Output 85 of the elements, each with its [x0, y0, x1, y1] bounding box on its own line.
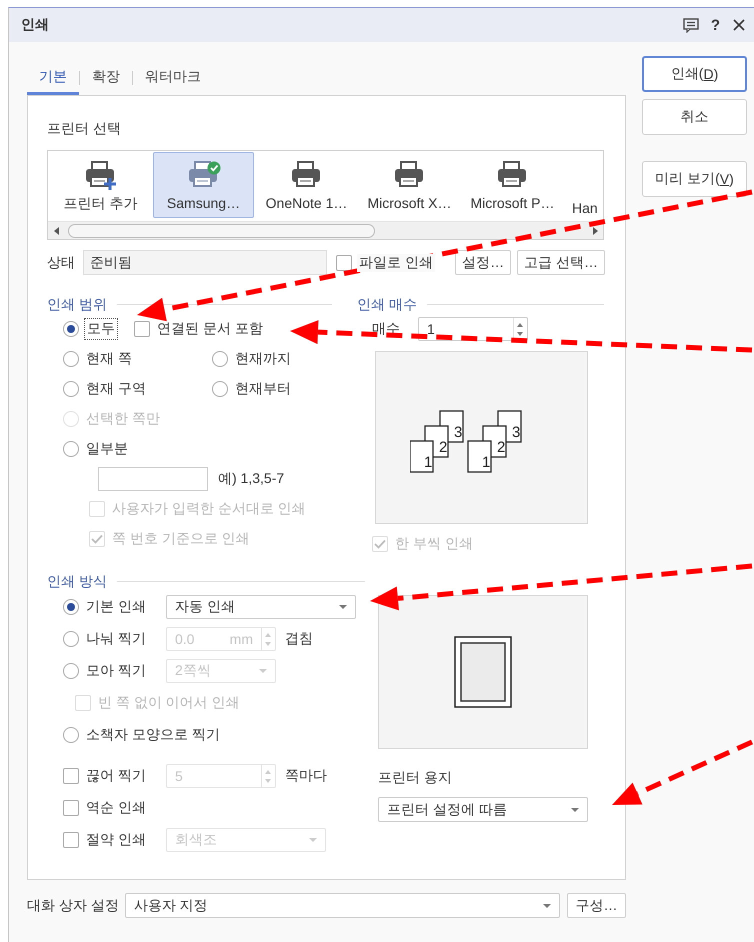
help-button[interactable]: ?: [708, 16, 722, 34]
option-label: 한 부씩 인쇄: [395, 535, 473, 553]
pages-input[interactable]: [98, 467, 208, 491]
option-label: 겹침: [285, 630, 313, 648]
option-label: 현재 쪽: [86, 350, 132, 368]
printer-item[interactable]: Han: [565, 152, 603, 218]
section-heading: 인쇄 범위: [47, 295, 107, 314]
page-number: 2: [496, 438, 505, 456]
option-label: 기본 인쇄: [86, 598, 147, 616]
option-label: 선택한 쪽만: [86, 410, 160, 428]
close-icon: [732, 18, 746, 32]
tab[interactable]: 확장: [80, 61, 132, 95]
section-heading: 인쇄 매수: [357, 295, 417, 314]
dropdown[interactable]: 자동 인쇄: [166, 595, 356, 619]
printer-item[interactable]: Microsoft X…: [359, 152, 460, 218]
field-label: 프린터 용지: [378, 768, 453, 787]
printer-item[interactable]: OneNote 1…: [256, 152, 357, 218]
radio-button[interactable]: [63, 599, 79, 615]
caret-icon: [339, 605, 347, 609]
button[interactable]: 고급 선택…: [517, 250, 605, 275]
window-title: 인쇄: [21, 16, 50, 34]
option-label: 파일로 인쇄: [357, 254, 435, 272]
option-label: 연결된 문서 포함: [157, 320, 263, 338]
page-number: 1: [482, 454, 490, 470]
radio-button[interactable]: [212, 381, 228, 397]
button[interactable]: 구성…: [567, 893, 626, 918]
option-label: 역순 인쇄: [86, 799, 147, 817]
checkbox[interactable]: [63, 768, 79, 784]
option-label: 빈 쪽 없이 이어서 인쇄: [98, 694, 240, 712]
page-number: 3: [454, 424, 462, 440]
page-number: 1: [424, 454, 432, 470]
radio-button[interactable]: [63, 663, 79, 679]
page-number: 3: [512, 424, 520, 440]
option-label: 쪽마다: [285, 767, 327, 785]
dropdown[interactable]: 프린터 설정에 따름: [378, 797, 588, 822]
button[interactable]: 취소: [642, 99, 747, 135]
option-label: 현재까지: [235, 350, 291, 368]
checkbox[interactable]: [134, 321, 150, 337]
radio-button[interactable]: [63, 441, 79, 457]
checkbox[interactable]: [63, 800, 79, 816]
option-label: 일부분: [86, 440, 128, 458]
left-arrow-icon: [54, 226, 58, 235]
tab[interactable]: 워터마크: [133, 61, 213, 95]
option-label: 현재 구역: [86, 380, 146, 398]
add-printer-icon: [84, 160, 118, 190]
button[interactable]: 인쇄(D): [642, 56, 747, 92]
radio-button[interactable]: [63, 381, 79, 397]
printer-item[interactable]: Samsung…: [153, 152, 254, 218]
scroll-thumb[interactable]: [68, 224, 375, 238]
radio-button[interactable]: [212, 351, 228, 367]
field-label: 상태: [47, 254, 76, 272]
caret-icon: [259, 669, 267, 673]
radio-button[interactable]: [63, 631, 79, 647]
option-label: 모두: [86, 320, 116, 338]
option-label: 모아 찍기: [86, 662, 147, 680]
radio-button[interactable]: [63, 351, 79, 367]
right-arrow-icon: [592, 226, 598, 235]
page-number: 2: [438, 438, 447, 456]
caret-icon: [571, 808, 579, 812]
printer-icon: [186, 160, 220, 190]
caret-icon: [309, 838, 317, 842]
option-label: 절약 인쇄: [86, 831, 147, 849]
dropdown[interactable]: 사용자 지정: [124, 893, 560, 918]
comment-icon: [682, 18, 699, 32]
checkbox[interactable]: [63, 832, 79, 848]
radio-button[interactable]: [63, 321, 79, 337]
button[interactable]: 미리 보기(V): [642, 161, 747, 197]
option-label: 현재부터: [235, 380, 291, 398]
option-label: 끊어 찍기: [86, 767, 147, 785]
printer-item[interactable]: 프린터 추가: [50, 152, 151, 218]
option-label: 나눠 찍기: [86, 630, 147, 648]
status-field: 준비됨: [83, 250, 327, 275]
button[interactable]: 설정…: [455, 250, 512, 275]
field-label: 대화 상자 설정: [27, 896, 119, 914]
caret-icon: [543, 904, 551, 908]
option-label: 사용자가 입력한 순서대로 인쇄: [112, 500, 306, 518]
hint-text: 예) 1,3,5-7: [218, 470, 284, 488]
option-label: 소책자 모양으로 찍기: [86, 726, 220, 744]
option-label: 쪽 번호 기준으로 인쇄: [112, 530, 250, 548]
field-label: 매수: [372, 320, 400, 338]
section-heading: 프린터 선택: [47, 119, 122, 138]
printer-item[interactable]: Microsoft P…: [462, 152, 563, 218]
checkbox[interactable]: [336, 254, 352, 270]
section-heading: 인쇄 방식: [47, 572, 107, 591]
radio-button[interactable]: [63, 727, 79, 743]
